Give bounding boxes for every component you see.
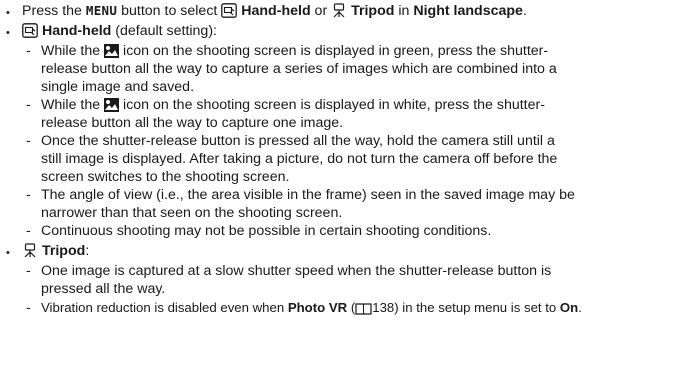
photo-vr-label: Photo VR	[287, 300, 348, 315]
dash: -	[26, 133, 31, 149]
text: (	[347, 300, 356, 315]
night-landscape-mode-icon	[104, 44, 120, 58]
hand-held-icon	[22, 23, 38, 38]
list-item-continued: narrower than that seen on the shooting …	[41, 205, 343, 221]
list-item: The angle of view (i.e., the area visibl…	[41, 187, 575, 203]
hand-held-heading-label: Hand-held	[41, 23, 112, 39]
text: in	[394, 3, 414, 19]
tripod-label: Tripod	[351, 3, 395, 19]
list-item-continued: release button all the way to capture on…	[41, 115, 344, 131]
tripod-icon	[22, 243, 38, 258]
text: Vibration reduction is disabled even whe…	[41, 300, 288, 315]
text: .	[522, 3, 527, 19]
bullet: •	[6, 7, 10, 19]
bullet: •	[6, 27, 10, 39]
text: :	[85, 243, 90, 259]
text: ) in the setup menu is set to	[394, 300, 560, 315]
list-item: Continuous shooting may not be possible …	[41, 223, 492, 239]
dash: -	[26, 263, 31, 279]
text: .	[578, 300, 582, 315]
list-item-continued: screen switches to the shooting screen.	[41, 169, 290, 185]
list-item: One image is captured at a slow shutter …	[41, 263, 552, 279]
text: While the	[41, 43, 105, 59]
intro-line: Press the MENU button to select Hand-hel…	[22, 2, 527, 20]
hand-held-heading: Hand-held (default setting):	[22, 22, 217, 40]
dash: -	[26, 43, 31, 59]
dash: -	[26, 300, 31, 316]
tripod-heading: Tripod:	[22, 242, 89, 260]
list-item: Once the shutter-release button is press…	[41, 133, 555, 149]
list-item: While the icon on the shooting screen is…	[41, 96, 545, 114]
list-item-continued: single image and saved.	[41, 79, 195, 95]
night-landscape-mode-icon	[104, 98, 120, 112]
text: or	[310, 3, 332, 19]
tripod-heading-label: Tripod	[41, 243, 86, 259]
night-landscape-label: Night landscape	[413, 3, 523, 19]
list-item-continued: pressed all the way.	[41, 281, 166, 297]
text: (default setting):	[111, 23, 217, 39]
text: While the	[41, 97, 105, 113]
list-item-continued: release button all the way to capture a …	[41, 61, 557, 77]
on-setting-label: On	[559, 300, 579, 315]
text: icon on the shooting screen is displayed…	[123, 97, 545, 113]
dash: -	[26, 97, 31, 113]
text: button to select	[117, 3, 222, 19]
tripod-icon	[331, 3, 347, 18]
menu-button-label: MENU	[85, 3, 118, 18]
list-item-continued: still image is displayed. After taking a…	[41, 151, 558, 167]
list-item: Vibration reduction is disabled even whe…	[41, 299, 582, 317]
text: icon on the shooting screen is displayed…	[123, 43, 549, 59]
bullet: •	[6, 247, 10, 259]
hand-held-label: Hand-held	[241, 3, 311, 19]
page-reference-number: 138	[372, 300, 395, 315]
instruction-page: • Press the MENU button to select Hand-h…	[0, 0, 673, 365]
hand-held-icon	[221, 3, 238, 18]
list-item: While the icon on the shooting screen is…	[41, 42, 548, 60]
page-reference-book-icon	[355, 302, 372, 315]
dash: -	[26, 223, 31, 239]
text: Press the	[22, 3, 86, 19]
dash: -	[26, 187, 31, 203]
